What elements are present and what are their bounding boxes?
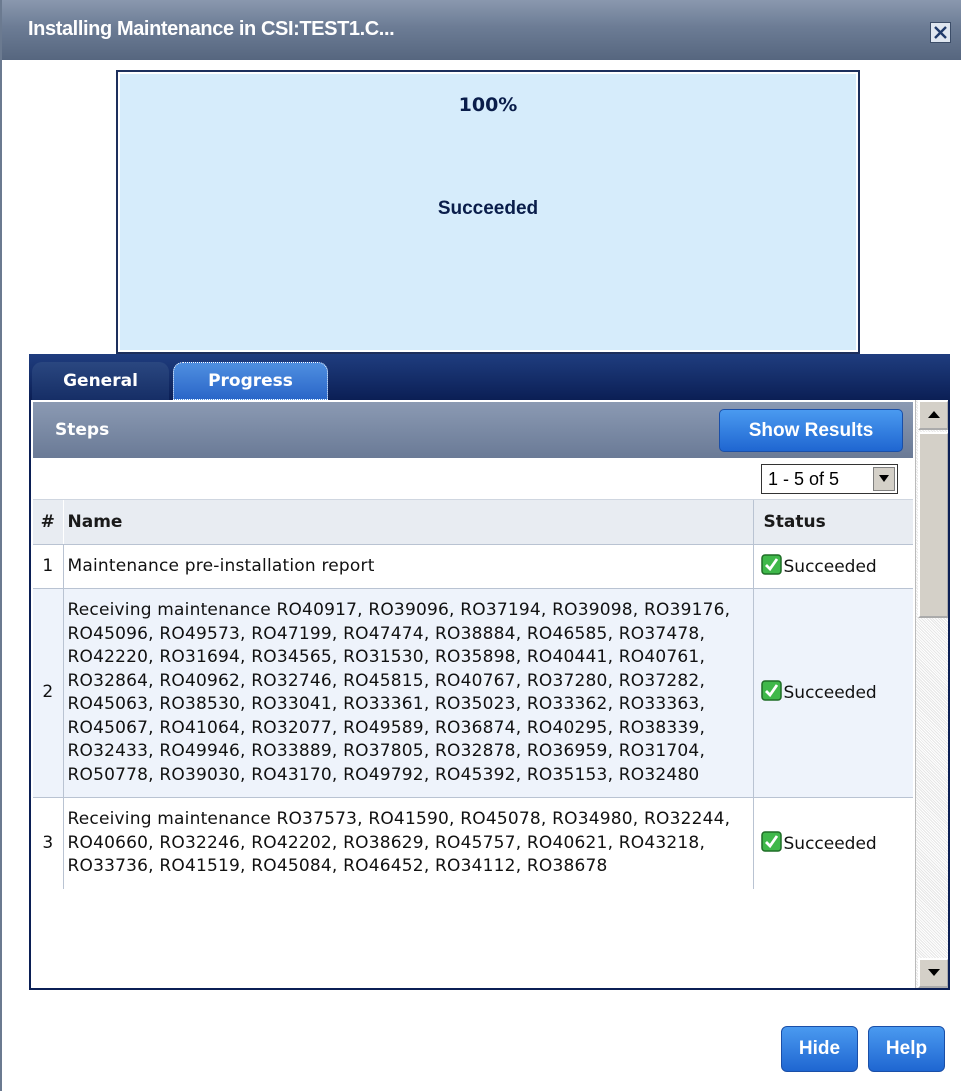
row-status: Succeeded <box>753 588 913 798</box>
row-status-label: Succeeded <box>783 833 877 854</box>
column-header-status[interactable]: Status <box>753 500 913 545</box>
progress-status: Succeeded <box>437 198 539 219</box>
table-row[interactable]: 3 Receiving maintenance RO37573, RO41590… <box>33 797 913 889</box>
window-title: Installing Maintenance in CSI:TEST1.C... <box>28 18 395 40</box>
progress-tab-content: Steps Show Results 1 - 5 of 5 # Name Sta… <box>29 400 950 990</box>
check-icon <box>760 553 782 575</box>
page-range-value: 1 - 5 of 5 <box>768 469 840 489</box>
arrow-down-icon <box>927 969 940 976</box>
check-icon <box>760 680 782 701</box>
table-row[interactable]: 2 Receiving maintenance RO40917, RO39096… <box>33 588 913 798</box>
progress-percent: 100% <box>458 94 518 116</box>
row-name: Maintenance pre-installation report <box>63 543 754 589</box>
vertical-scrollbar[interactable] <box>915 400 948 988</box>
row-number: 3 <box>33 797 64 889</box>
title-bar[interactable]: Installing Maintenance in CSI:TEST1.C... <box>2 0 961 60</box>
row-status-label: Succeeded <box>783 683 877 704</box>
progress-panel: 100% Succeeded <box>116 70 860 354</box>
row-number: 2 <box>33 588 64 798</box>
table-header-row: # Name Status <box>33 500 913 545</box>
steps-header: Steps Show Results <box>33 402 913 458</box>
column-header-num[interactable]: # <box>33 500 64 545</box>
scroll-up-button[interactable] <box>918 400 948 430</box>
tab-strip: General Progress <box>29 354 950 400</box>
maintenance-dialog: Installing Maintenance in CSI:TEST1.C...… <box>0 0 961 1091</box>
dropdown-arrow-icon[interactable] <box>873 467 895 491</box>
steps-title: Steps <box>55 420 110 440</box>
row-name: Receiving maintenance RO40917, RO39096, … <box>63 588 754 798</box>
show-results-button[interactable]: Show Results <box>719 409 903 452</box>
row-status: Succeeded <box>753 797 913 889</box>
close-button[interactable] <box>930 22 951 43</box>
check-icon <box>760 830 782 852</box>
steps-table: # Name Status 1 Maintenance pre-installa… <box>33 500 913 889</box>
scrollbar-thumb[interactable] <box>918 432 948 618</box>
pager-row: 1 - 5 of 5 <box>33 458 913 500</box>
scroll-down-button[interactable] <box>918 958 948 988</box>
row-number: 1 <box>33 543 64 589</box>
tab-general[interactable]: General <box>32 362 169 400</box>
row-status-label: Succeeded <box>783 556 877 577</box>
row-name: Receiving maintenance RO37573, RO41590, … <box>63 797 754 889</box>
tab-progress[interactable]: Progress <box>173 362 328 400</box>
help-button[interactable]: Help <box>868 1026 945 1072</box>
column-header-name[interactable]: Name <box>63 500 754 545</box>
close-icon <box>934 26 947 39</box>
row-status: Succeeded <box>753 543 913 589</box>
hide-button[interactable]: Hide <box>781 1026 858 1072</box>
table-row[interactable]: 1 Maintenance pre-installation report Su… <box>33 543 913 589</box>
arrow-up-icon <box>927 411 940 418</box>
page-range-select[interactable]: 1 - 5 of 5 <box>761 464 898 494</box>
